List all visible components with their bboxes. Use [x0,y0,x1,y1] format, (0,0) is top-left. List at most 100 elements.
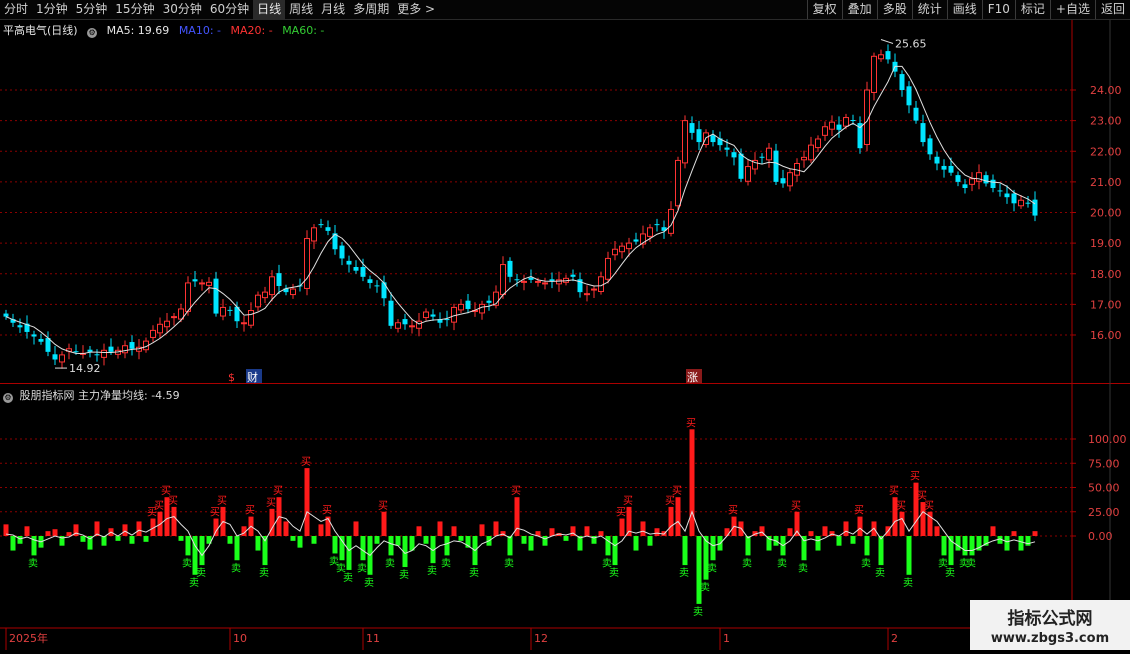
sell-signal-label: 卖 [945,567,955,579]
candle-body [626,242,632,250]
sell-signal-label: 卖 [609,567,619,579]
indicator-bar [339,536,345,561]
buy-signal-label: 买 [266,497,276,509]
candle-body [206,281,212,286]
sell-signal-label: 卖 [679,567,689,579]
price-tick-label: 17.00 [1090,298,1122,311]
indicator-bar [598,531,604,536]
candle-body [381,282,387,299]
indicator-bar [311,536,317,544]
buy-signal-label: 买 [910,471,920,483]
candle-body [3,313,9,317]
toolbar-button-6[interactable]: 标记 [1014,0,1050,19]
price-tick-label: 21.00 [1090,176,1122,189]
period-tab-4[interactable]: 30分钟 [159,0,206,19]
candle-body [906,86,912,106]
indicator-bar [668,506,674,536]
indicator-bar [864,536,870,556]
candle-body [59,354,65,363]
candle-body [38,338,44,342]
candle-body [780,178,786,184]
indicator-bar [521,536,527,544]
buy-signal-label: 买 [623,495,633,507]
candle-body [570,274,576,277]
candle-body [94,354,100,356]
candle-body [171,316,177,319]
chart-toolbar: 复权 叠加 多股 统计 画线 F10 标记 +自选 返回 [806,0,1130,19]
candle-body [871,55,877,93]
toolbar-button-0[interactable]: 复权 [806,0,842,19]
sell-signal-label: 卖 [700,582,710,594]
candle-body [311,227,317,242]
toolbar-button-8[interactable]: 返回 [1094,0,1130,19]
candle-body [535,280,541,283]
candle-body [766,147,772,161]
indicator-bar [1004,536,1010,551]
indicator-bar [213,518,219,536]
candle-body [759,156,765,158]
candle-body [465,300,471,309]
period-tab-1[interactable]: 1分钟 [32,0,72,19]
period-tab-0[interactable]: 分时 [0,0,32,19]
high-label: 25.65 [895,37,927,50]
period-tab-8[interactable]: 月线 [317,0,349,19]
candle-body [262,291,268,299]
indicator-bar [227,536,233,544]
toolbar-button-3[interactable]: 统计 [911,0,947,19]
candle-body [542,282,548,285]
indicator-bar [857,516,863,536]
candle-body [479,303,485,314]
buy-signal-label: 买 [896,500,906,512]
time-tick-label: 2 [891,632,898,645]
toolbar-button-2[interactable]: 多股 [876,0,912,19]
period-tab-2[interactable]: 5分钟 [72,0,112,19]
period-tab-5[interactable]: 60分钟 [206,0,253,19]
indicator-bar [549,528,555,536]
indicator-tick-label: 100.00 [1088,433,1127,446]
candle-body [17,325,23,328]
sell-signal-label: 卖 [399,569,409,581]
candle-body [528,277,534,280]
indicator-bar [990,526,996,536]
period-tab-10[interactable]: 更多 > [393,0,439,19]
buy-signal-label: 买 [672,485,682,497]
buy-signal-label: 买 [154,500,164,512]
price-tick-label: 22.00 [1090,145,1122,158]
indicator-bar [822,526,828,536]
candle-body [108,346,114,352]
time-tick-label: 12 [534,632,548,645]
toolbar-button-7[interactable]: +自选 [1049,0,1095,19]
toolbar-button-5[interactable]: F10 [981,0,1015,19]
stock-name[interactable]: 平高电气(日线) [3,24,78,37]
period-tab-3[interactable]: 15分钟 [111,0,158,19]
candle-body [388,300,394,326]
toolbar-button-1[interactable]: 叠加 [841,0,877,19]
period-tab-7[interactable]: 周线 [285,0,317,19]
candle-body [584,293,590,296]
indicator-bar [969,536,975,556]
toolbar-button-4[interactable]: 画线 [946,0,982,19]
candle-body [955,175,961,182]
indicator-bar [759,526,765,536]
indicator-bar [710,536,716,561]
indicator-bar [563,536,569,541]
candle-body [269,276,275,296]
period-tab-9[interactable]: 多周期 [349,0,393,19]
settings-icon[interactable]: ⚙ [87,28,98,38]
indicator-bar [934,526,940,536]
indicator-bar [115,536,121,541]
indicator-label: 股朋指标网 主力净量均线: -4.59 [19,389,180,402]
sell-signal-label: 卖 [777,557,787,569]
candle-body [598,276,604,293]
candle-body [409,325,415,328]
indicator-settings-icon[interactable]: ⚙ [3,393,13,403]
indicator-bar [143,536,149,542]
period-tab-6[interactable]: 日线 [253,0,286,19]
ma5-label: MA5: 19.69 [106,24,170,37]
indicator-bar [906,536,912,575]
buy-signal-label: 买 [616,507,626,519]
buy-signal-label: 买 [728,505,738,517]
candle-body [486,300,492,303]
candle-body [521,280,527,283]
indicator-bar [416,526,422,536]
